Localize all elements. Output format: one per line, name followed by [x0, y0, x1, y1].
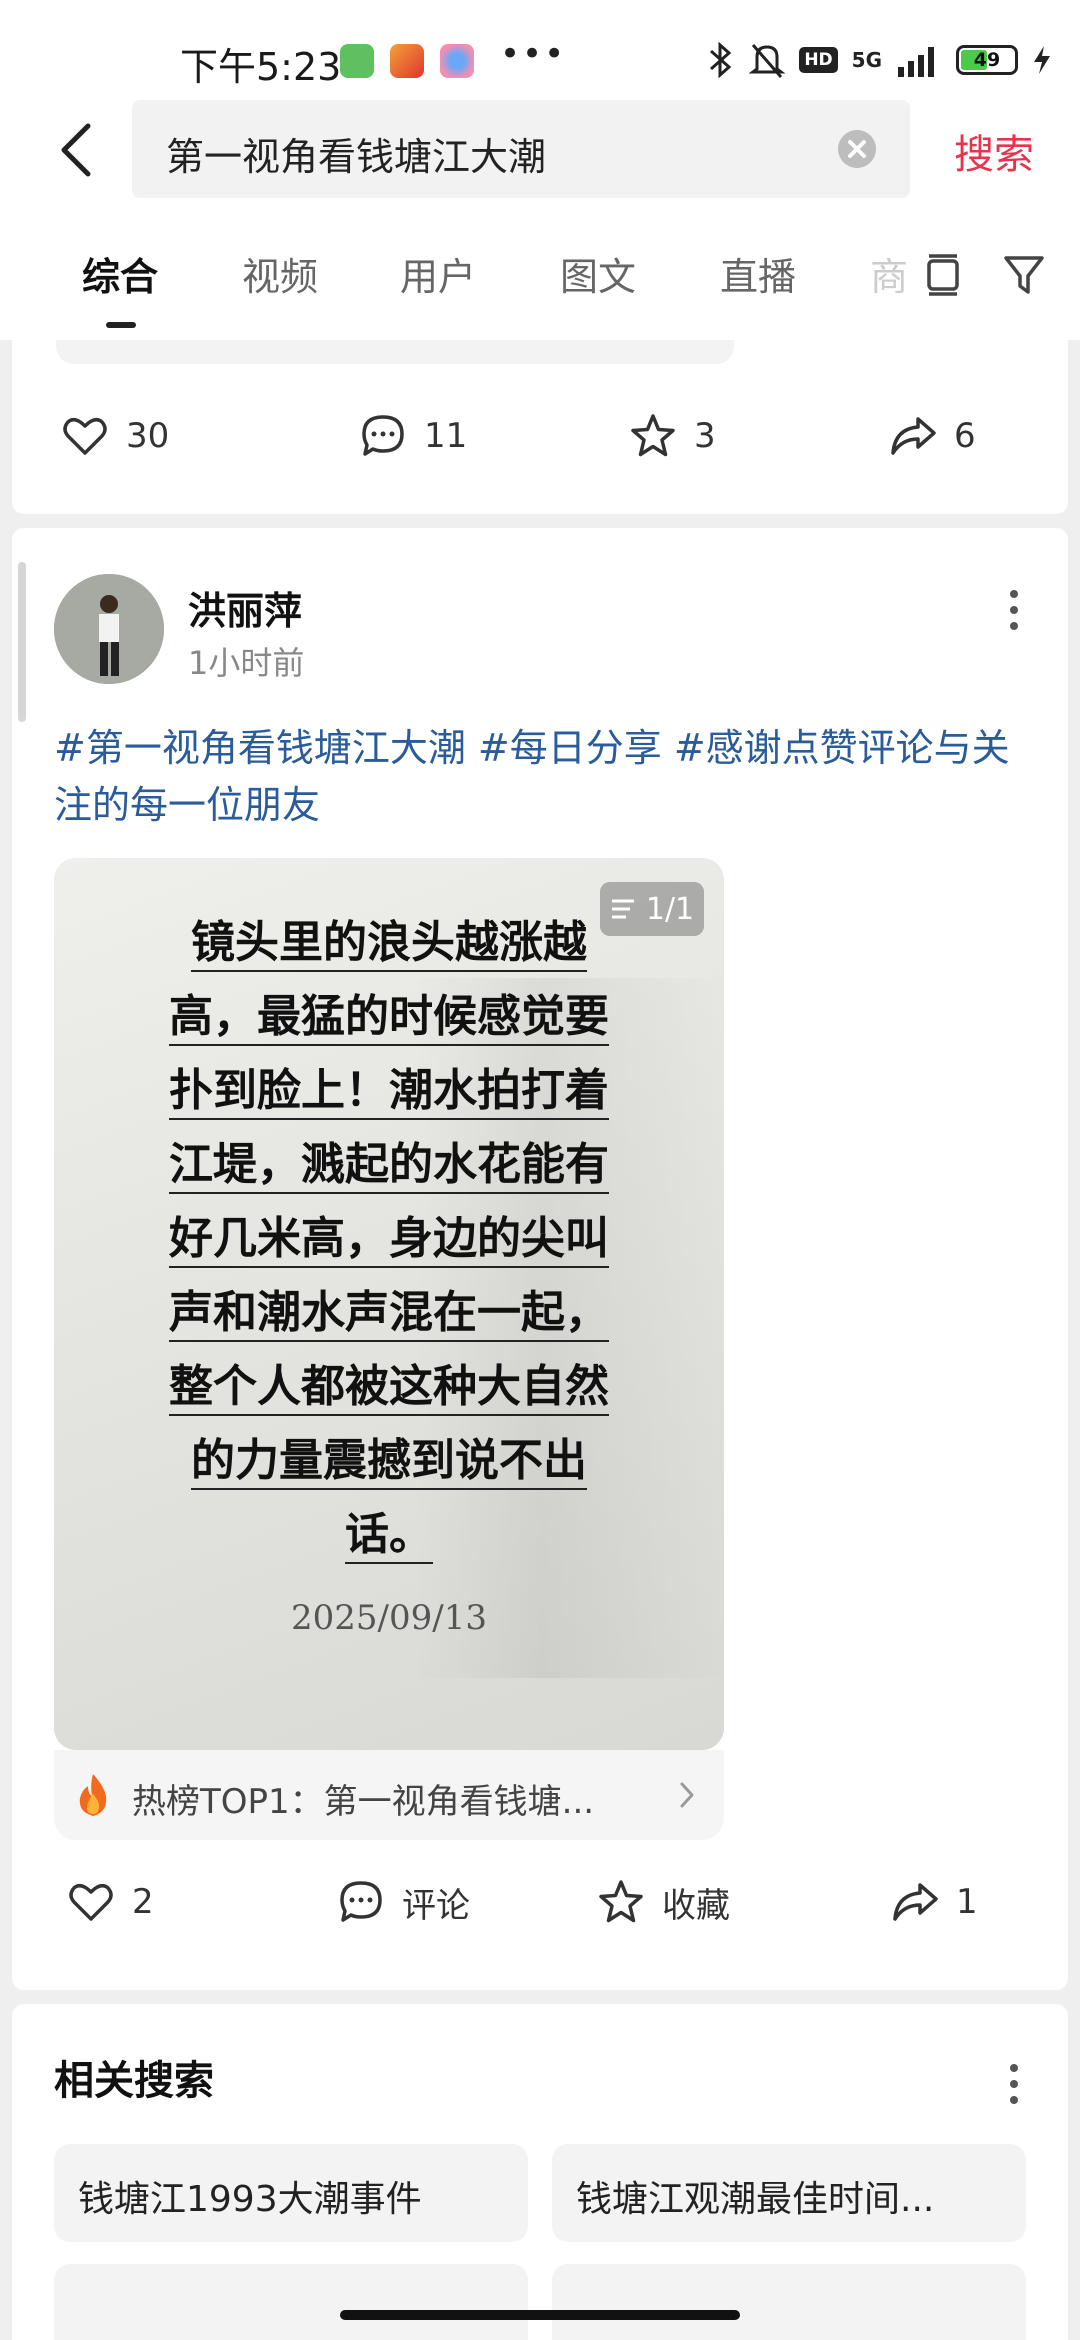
more-options-icon[interactable] — [1004, 580, 1024, 640]
image-text-line: 声和潮水声混在一起， — [169, 1288, 609, 1342]
clear-search-icon[interactable] — [838, 130, 876, 168]
related-search-item-partial[interactable] — [552, 2264, 1026, 2340]
comment-count: 11 — [424, 416, 468, 456]
image-text: 镜头里的浪头越涨越 高，最猛的时候感觉要 扑到脸上！潮水拍打着 江堤，溅起的水花… — [54, 918, 724, 1584]
comment-label: 评论 — [402, 1885, 470, 1926]
search-input[interactable]: 第一视角看钱塘江大潮 — [132, 100, 910, 198]
tab-bar: 综合 视频 用户 图文 直播 商 — [0, 220, 1080, 340]
related-search-item[interactable]: 钱塘江观潮最佳时间... — [552, 2144, 1026, 2242]
share-button[interactable]: 1 — [890, 1862, 978, 1942]
heart-icon — [63, 418, 107, 455]
favorite-button[interactable]: 收藏 — [596, 1862, 730, 1942]
active-tab-indicator — [106, 322, 136, 328]
back-arrow-icon[interactable] — [50, 120, 110, 180]
tab-video[interactable]: 视频 — [242, 246, 318, 301]
previous-post-actions: 30 11 3 6 — [12, 396, 1068, 476]
post-actions: 2 评论 收藏 1 — [12, 1862, 1068, 1942]
share-count: 1 — [956, 1882, 978, 1922]
tab-users[interactable]: 用户 — [400, 246, 476, 301]
comment-icon — [362, 415, 404, 456]
comment-button[interactable]: 11 — [358, 396, 467, 476]
star-icon — [599, 1880, 643, 1923]
signal-icon — [898, 47, 934, 77]
image-text-line: 整个人都被这种大自然 — [169, 1362, 609, 1416]
image-text-line: 高，最猛的时候感觉要 — [169, 992, 609, 1046]
post-author-name[interactable]: 洪丽萍 — [188, 580, 302, 635]
share-icon — [893, 1883, 938, 1921]
favorite-count: 3 — [694, 416, 716, 456]
related-searches-title: 相关搜索 — [54, 2058, 214, 2104]
post-hashtags[interactable]: #第一视角看钱塘江大潮 #每日分享 #感谢点赞评论与关注的每一位朋友 — [54, 720, 1034, 834]
related-search-item-partial[interactable] — [54, 2264, 528, 2340]
image-text-line: 的力量震撼到说不出 — [191, 1436, 587, 1490]
favorite-label: 收藏 — [662, 1885, 730, 1926]
search-header: 第一视角看钱塘江大潮 搜索 — [0, 100, 1080, 220]
tab-live[interactable]: 直播 — [720, 246, 796, 301]
filter-icon[interactable] — [1002, 252, 1048, 298]
search-query-text[interactable]: 第一视角看钱塘江大潮 — [166, 126, 546, 181]
home-indicator[interactable] — [340, 2310, 740, 2320]
hd-badge: HD — [799, 47, 838, 73]
image-date: 2025/09/13 — [291, 1598, 487, 1638]
battery-level: 49 — [973, 49, 1001, 71]
previous-post-image[interactable] — [56, 340, 734, 364]
post-image[interactable]: 1/1 镜头里的浪头越涨越 高，最猛的时候感觉要 扑到脸上！潮水拍打着 江堤，溅… — [54, 858, 724, 1750]
status-time: 下午5:23 — [180, 45, 342, 89]
avatar[interactable] — [54, 574, 164, 684]
search-results-screen: 下午5:23 ••• HD 5G 49 第一视角看钱塘江大潮 搜索 综合 视频 — [0, 0, 1080, 2340]
app-icon — [440, 44, 474, 78]
hot-rank-text: 热榜TOP1：第一视角看钱塘... — [132, 1782, 595, 1822]
image-text-line: 江堤，溅起的水花能有 — [169, 1140, 609, 1194]
favorite-button[interactable]: 3 — [628, 396, 716, 476]
bluetooth-icon — [710, 41, 732, 79]
share-button[interactable]: 6 — [888, 396, 976, 476]
post-timestamp: 1小时前 — [188, 644, 305, 682]
more-notifications-icon: ••• — [500, 34, 567, 74]
image-text-line: 镜头里的浪头越涨越 — [191, 918, 587, 972]
battery-icon: 49 — [956, 45, 1018, 75]
network-type: 5G — [851, 48, 882, 72]
share-count: 6 — [954, 416, 976, 456]
related-searches-section: 相关搜索 钱塘江1993大潮事件 钱塘江观潮最佳时间... — [12, 2004, 1068, 2340]
flame-icon — [79, 1774, 107, 1816]
status-icons: HD 5G 49 — [707, 40, 1052, 80]
heart-icon — [69, 1884, 113, 1921]
chevron-right-icon — [680, 1782, 694, 1808]
like-button[interactable]: 30 — [60, 396, 169, 476]
image-text-line: 话。 — [345, 1510, 433, 1564]
comment-icon — [340, 1881, 382, 1922]
tab-image-text[interactable]: 图文 — [560, 246, 636, 301]
tab-goods[interactable]: 商 — [870, 246, 908, 301]
app-icon — [340, 44, 374, 78]
avatar-image — [54, 574, 164, 684]
scrollbar[interactable] — [18, 562, 26, 722]
layout-toggle-icon[interactable] — [920, 252, 966, 298]
previous-post-card: 30 11 3 6 — [12, 340, 1068, 514]
hot-rank-banner[interactable]: 热榜TOP1：第一视角看钱塘... — [54, 1750, 724, 1840]
charging-icon — [1034, 46, 1050, 74]
more-options-icon[interactable] — [1004, 2054, 1024, 2114]
app-icon — [390, 44, 424, 78]
like-button[interactable]: 2 — [66, 1862, 154, 1942]
post-card: 洪丽萍 1小时前 #第一视角看钱塘江大潮 #每日分享 #感谢点赞评论与关注的每一… — [12, 528, 1068, 1990]
comment-button[interactable]: 评论 — [336, 1862, 470, 1942]
image-text-line: 好几米高，身边的尖叫 — [169, 1214, 609, 1268]
tab-comprehensive[interactable]: 综合 — [82, 246, 158, 301]
image-text-line: 扑到脸上！潮水拍打着 — [169, 1066, 609, 1120]
share-icon — [891, 417, 936, 455]
mute-icon — [749, 44, 786, 78]
like-count: 30 — [126, 416, 170, 456]
related-search-item[interactable]: 钱塘江1993大潮事件 — [54, 2144, 528, 2242]
star-icon — [631, 414, 675, 457]
search-button[interactable]: 搜索 — [954, 122, 1034, 180]
status-bar: 下午5:23 ••• HD 5G 49 — [0, 0, 1080, 100]
like-count: 2 — [132, 1882, 154, 1922]
